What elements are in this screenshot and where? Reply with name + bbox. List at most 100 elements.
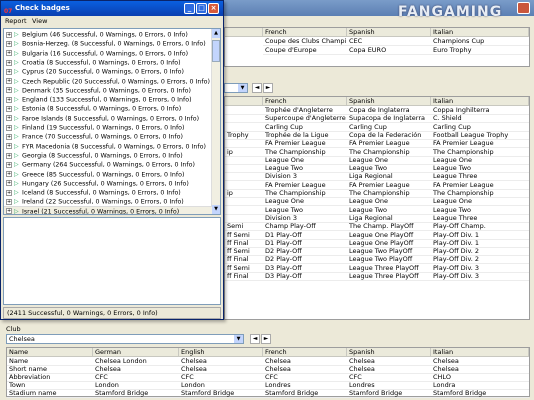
menu-report[interactable]: Report	[5, 16, 27, 27]
tree-item-label: Greece (85 Successful, 0 Warnings, 0 Err…	[22, 171, 185, 179]
close-icon[interactable]: ×	[208, 3, 219, 14]
column-header: Spanish	[347, 28, 431, 37]
tree-item[interactable]: + ▷ Ireland (22 Successful, 0 Warnings, 0 …	[4, 197, 184, 206]
dialog-titlebar: 07 Check badges _ □ ×	[1, 1, 223, 16]
badge-icon: ▷	[14, 142, 19, 150]
vertical-scrollbar[interactable]: ▲ ▼	[211, 29, 220, 214]
menu-view[interactable]: View	[32, 16, 47, 27]
badge-icon: ▷	[14, 96, 19, 104]
tree-item-label: Cyprus (20 Successful, 0 Warnings, 0 Err…	[22, 68, 184, 76]
badge-icon: ▷	[14, 86, 19, 94]
tree-item-label: Iceland (8 Successful, 0 Warnings, 0 Err…	[22, 189, 181, 197]
expand-icon[interactable]: +	[6, 124, 12, 131]
scroll-down-icon[interactable]: ▼	[212, 205, 220, 214]
menu-bar: Report View	[1, 16, 223, 27]
tree-item[interactable]: + ▷ Israel (21 Successful, 0 Warnings, 0 E…	[4, 207, 179, 215]
club-select-value: Chelsea	[9, 335, 35, 343]
expand-icon[interactable]: +	[6, 68, 12, 75]
grid-cell: Play-Off Div. 3	[431, 272, 529, 281]
tree-item-label: England (133 Successful, 0 Warnings, 0 E…	[22, 96, 192, 104]
expand-icon[interactable]: +	[6, 152, 12, 159]
competition-select[interactable]: ▼	[224, 83, 248, 93]
tree-item[interactable]: + ▷ FYR Macedonia (8 Successful, 0 Warning…	[4, 142, 206, 151]
expand-icon[interactable]: +	[6, 115, 12, 122]
minimize-icon[interactable]: _	[184, 3, 195, 14]
column-header: German	[93, 348, 179, 357]
maximize-icon[interactable]: □	[196, 3, 207, 14]
expand-icon[interactable]: +	[6, 171, 12, 178]
tree-item[interactable]: + ▷ Georgia (8 Successful, 0 Warnings, 0 E…	[4, 151, 183, 160]
tree-item[interactable]: + ▷ Cyprus (20 Successful, 0 Warnings, 0 E…	[4, 67, 184, 76]
expand-icon[interactable]: +	[6, 59, 12, 66]
expand-icon[interactable]: +	[6, 87, 12, 94]
expand-icon[interactable]: +	[6, 106, 12, 113]
badge-icon: ▷	[14, 105, 19, 113]
badge-icon: ▷	[14, 179, 19, 187]
tree-item-label: Belgium (46 Successful, 0 Warnings, 0 Er…	[22, 31, 188, 39]
competition-grid-top: French Spanish Italian Coupe des Clubs Cham…	[224, 27, 530, 67]
expand-icon[interactable]: +	[6, 31, 12, 38]
club-grid: Name German English French Spanish Italian Nam…	[6, 347, 530, 398]
tree-item-label: FYR Macedonia (8 Successful, 0 Warnings,…	[22, 143, 206, 151]
grid-cell: CEC	[347, 37, 431, 46]
chevron-down-icon[interactable]: ▼	[234, 335, 243, 343]
expand-icon[interactable]: +	[6, 50, 12, 57]
column-header: Italian	[431, 97, 529, 106]
grid-cell: Stamford Bridge	[263, 389, 347, 398]
close-icon[interactable]	[517, 2, 530, 14]
scroll-up-icon[interactable]: ▲	[212, 29, 220, 38]
badge-icon: ▷	[14, 151, 19, 159]
dialog-title: Check badges	[15, 4, 70, 12]
grid-cell: ff Final	[225, 272, 263, 281]
expand-icon[interactable]: +	[6, 189, 12, 196]
tree-item[interactable]: + ▷ Iceland (8 Successful, 0 Warnings, 0 E…	[4, 188, 181, 197]
tree-item-label: Estonia (8 Successful, 0 Warnings, 0 Err…	[22, 106, 182, 114]
badge-icon: ▷	[14, 189, 19, 197]
column-header: Italian	[431, 28, 529, 37]
badge-icon: ▷	[14, 49, 19, 57]
tree-item-label: Czech Republic (20 Successful, 0 Warning…	[22, 78, 210, 86]
tree-item[interactable]: + ▷ Denmark (35 Successful, 0 Warnings, 0 …	[4, 86, 191, 95]
chevron-down-icon[interactable]: ▼	[238, 84, 247, 92]
column-header: English	[179, 348, 263, 357]
badge-icon: ▷	[14, 207, 19, 215]
prev-arrow[interactable]: ◄	[252, 83, 262, 93]
expand-icon[interactable]: +	[6, 78, 12, 85]
tree-item[interactable]: + ▷ England (133 Successful, 0 Warnings, 0…	[4, 95, 192, 104]
badge-icon: ▷	[14, 77, 19, 85]
expand-icon[interactable]: +	[6, 40, 12, 47]
tree-item[interactable]: + ▷ Bosnia-Herzeg. (8 Successful, 0 Warnin…	[4, 39, 206, 48]
expand-icon[interactable]: +	[6, 96, 12, 103]
badge-icon: ▷	[14, 161, 19, 169]
tree-item[interactable]: + ▷ Hungary (26 Successful, 0 Warnings, 0 …	[4, 179, 189, 188]
badge-tree[interactable]: ▲ ▼ + ▷ Belgium (46 Successful, 0 Warnings…	[3, 28, 221, 215]
competition-grid: French Spanish Italian Trophée d'Angleterre…	[224, 96, 530, 320]
tree-item[interactable]: + ▷ Czech Republic (20 Successful, 0 Warni…	[4, 77, 210, 86]
tree-item[interactable]: + ▷ Estonia (8 Successful, 0 Warnings, 0 E…	[4, 104, 181, 113]
tree-item[interactable]: + ▷ Bulgaria (16 Successful, 0 Warnings, 0…	[4, 49, 188, 58]
expand-icon[interactable]: +	[6, 133, 12, 140]
club-prev-arrow[interactable]: ◄	[250, 334, 260, 344]
tree-item[interactable]: + ▷ Belgium (46 Successful, 0 Warnings, 0 …	[4, 30, 188, 39]
expand-icon[interactable]: +	[6, 199, 12, 206]
tree-item-label: France (70 Successful, 0 Warnings, 0 Err…	[22, 133, 183, 141]
column-header: French	[263, 28, 347, 37]
expand-icon[interactable]: +	[6, 143, 12, 150]
tree-item[interactable]: + ▷ Greece (85 Successful, 0 Warnings, 0 E…	[4, 170, 184, 179]
tree-item[interactable]: + ▷ France (70 Successful, 0 Warnings, 0 E…	[4, 132, 183, 141]
expand-icon[interactable]: +	[6, 180, 12, 187]
expand-icon[interactable]: +	[6, 161, 12, 168]
club-select[interactable]: Chelsea ▼	[6, 334, 244, 344]
tree-item[interactable]: + ▷ Croatia (8 Successful, 0 Warnings, 0 E…	[4, 58, 181, 67]
badge-icon: ▷	[14, 58, 19, 66]
grid-cell: Coupe d'Europe	[263, 46, 347, 55]
tree-item[interactable]: + ▷ Germany (264 Successful, 0 Warnings, 0…	[4, 160, 195, 169]
next-arrow[interactable]: ►	[263, 83, 273, 93]
club-next-arrow[interactable]: ►	[261, 334, 271, 344]
scroll-thumb[interactable]	[212, 40, 220, 62]
tree-item[interactable]: + ▷ Finland (19 Successful, 0 Warnings, 0 …	[4, 123, 184, 132]
expand-icon[interactable]: +	[6, 208, 12, 214]
tree-item[interactable]: + ▷ Faroe Islands (8 Successful, 0 Warning…	[4, 114, 199, 123]
club-label: Club	[6, 325, 21, 333]
grid-cell: Stamford Bridge	[93, 389, 179, 398]
